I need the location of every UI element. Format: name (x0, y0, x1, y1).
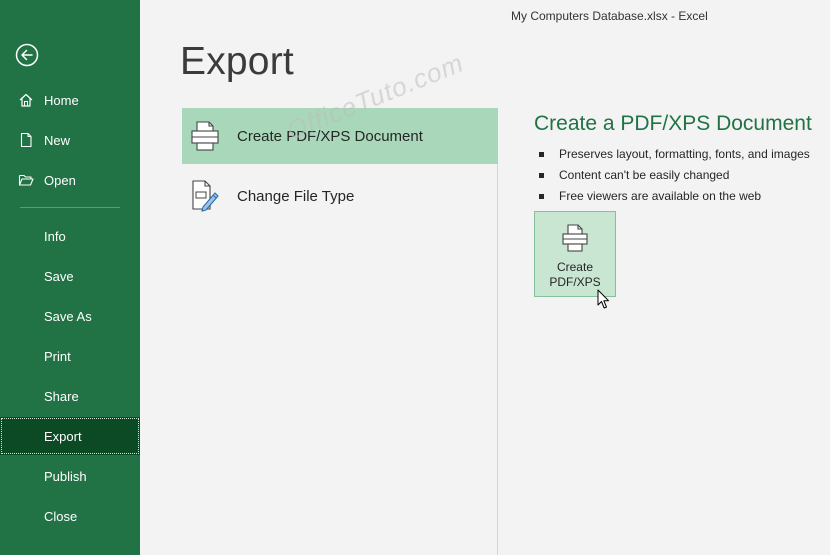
nav-export[interactable]: Export (0, 417, 140, 455)
nav-share[interactable]: Share (0, 377, 140, 415)
nav-save-as-label: Save As (44, 308, 92, 324)
pdf-document-icon (560, 223, 590, 253)
nav-export-label: Export (44, 428, 82, 444)
nav-close[interactable]: Close (0, 497, 140, 535)
nav-print-label: Print (44, 348, 71, 364)
window-title: My Computers Database.xlsx - Excel (511, 9, 708, 23)
details-bullets: Preserves layout, formatting, fonts, and… (534, 144, 824, 207)
nav-info-label: Info (44, 228, 66, 244)
pdf-document-icon (188, 118, 222, 154)
new-document-icon (18, 132, 34, 148)
home-icon (18, 92, 34, 108)
change-file-type-icon (188, 178, 222, 214)
nav-close-label: Close (44, 508, 78, 524)
open-folder-icon (18, 172, 34, 188)
nav-save-label: Save (44, 268, 74, 284)
nav-info[interactable]: Info (0, 217, 140, 255)
nav-save-as[interactable]: Save As (0, 297, 140, 335)
option-change-file-type[interactable]: Change File Type (182, 168, 498, 224)
nav-open[interactable]: Open (0, 161, 140, 199)
back-arrow-circle-icon[interactable] (15, 43, 39, 67)
nav-new[interactable]: New (0, 121, 140, 159)
nav-print[interactable]: Print (0, 337, 140, 375)
create-pdf-xps-button[interactable]: Create PDF/XPS (534, 211, 616, 297)
option-change-file-type-label: Change File Type (237, 187, 355, 205)
details-bullet: Content can't be easily changed (534, 165, 824, 186)
nav-publish-label: Publish (44, 468, 87, 484)
details-panel: Create a PDF/XPS Document Preserves layo… (534, 108, 824, 207)
button-label-line: PDF/XPS (549, 275, 601, 289)
details-title: Create a PDF/XPS Document (534, 112, 812, 135)
details-bullet: Preserves layout, formatting, fonts, and… (534, 144, 824, 165)
nav-new-label: New (44, 132, 71, 148)
nav-share-label: Share (44, 388, 79, 404)
nav-save[interactable]: Save (0, 257, 140, 295)
nav-home[interactable]: Home (0, 81, 140, 119)
nav-publish[interactable]: Publish (0, 457, 140, 495)
details-bullet: Free viewers are available on the web (534, 186, 824, 207)
backstage-sidebar: Home New Open Info Save Save As Print Sh… (0, 0, 140, 555)
export-options-panel: Create PDF/XPS Document Change File Type (182, 108, 498, 555)
page-title: Export (180, 40, 294, 83)
sidebar-divider (20, 207, 120, 208)
nav-open-label: Open (44, 172, 76, 188)
button-label-line: Create (556, 260, 593, 274)
nav-home-label: Home (44, 92, 79, 108)
create-pdf-xps-button-label: Create PDF/XPS (549, 260, 600, 290)
mouse-pointer-icon (597, 289, 611, 310)
